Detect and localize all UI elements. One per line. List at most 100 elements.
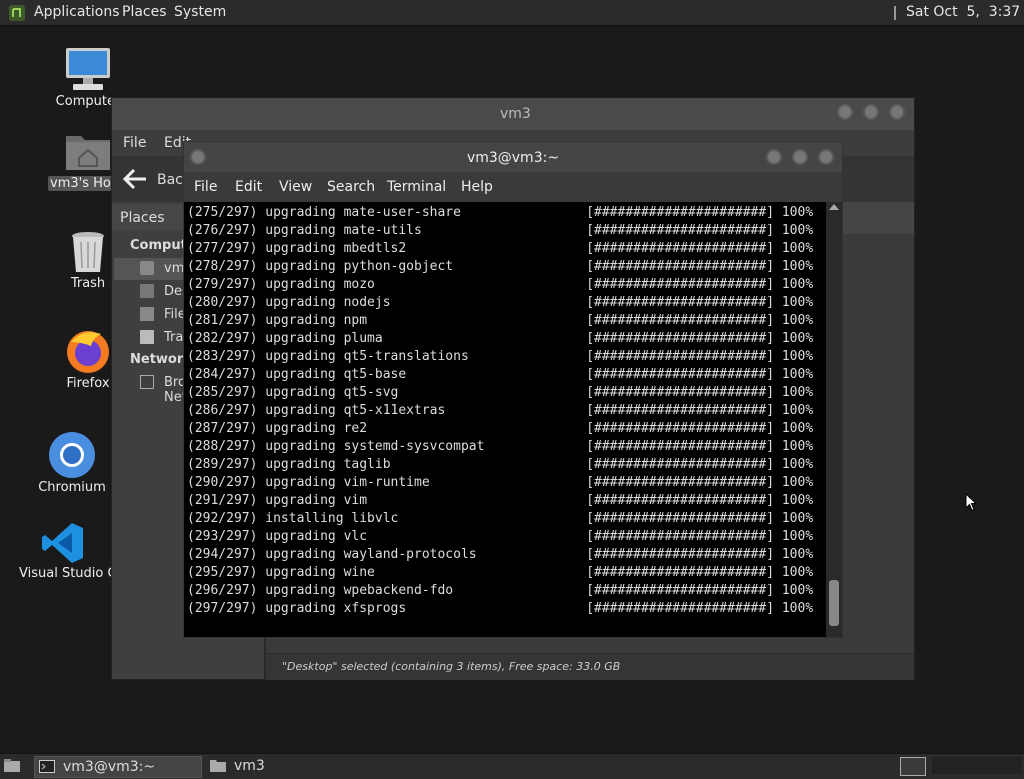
workspace-2[interactable]: [932, 757, 1022, 774]
line-percent: 100%: [781, 475, 814, 490]
taskbar-item-file-manager[interactable]: vm3: [206, 756, 356, 776]
line-percent: 100%: [781, 421, 814, 436]
minimize-button[interactable]: [766, 149, 782, 165]
line-package: systemd-sysvcompat: [343, 439, 485, 454]
menu-search[interactable]: Search: [327, 179, 375, 195]
line-percent: 100%: [781, 583, 814, 598]
terminal-line: (287/297) upgrading re2 [################…: [187, 420, 813, 438]
back-arrow-icon[interactable]: [122, 168, 148, 190]
line-progress-bar: [######################]: [586, 601, 775, 616]
line-progress-bar: [######################]: [586, 277, 775, 292]
line-text: (296/297): [187, 583, 258, 598]
terminal-titlebar[interactable]: vm3@vm3:~: [184, 142, 842, 172]
line-text: (276/297): [187, 223, 258, 238]
terminal-line: (293/297) upgrading vlc [################…: [187, 528, 813, 546]
line-percent: 100%: [781, 457, 814, 472]
menu-edit[interactable]: Edit: [235, 179, 262, 195]
close-button[interactable]: [889, 104, 905, 120]
line-text: (294/297): [187, 547, 258, 562]
terminal-output[interactable]: (275/297) upgrading mate-user-share [####…: [184, 202, 826, 637]
line-percent: 100%: [781, 439, 814, 454]
menu-terminal[interactable]: Terminal: [387, 179, 446, 195]
trash-small-icon: [140, 330, 154, 344]
line-package: libvlc: [351, 511, 399, 526]
home-icon: [140, 261, 154, 275]
line-action: upgrading: [265, 277, 336, 292]
maximize-button[interactable]: [792, 149, 808, 165]
maximize-button[interactable]: [863, 104, 879, 120]
terminal-icon: [39, 760, 55, 773]
mate-logo-icon[interactable]: [8, 4, 26, 22]
terminal-line: (288/297) upgrading systemd-sysvcompat [#…: [187, 438, 813, 456]
line-action: upgrading: [265, 529, 336, 544]
line-action: upgrading: [265, 475, 336, 490]
line-percent: 100%: [781, 385, 814, 400]
line-package: pluma: [343, 331, 383, 346]
scroll-up-arrow-icon[interactable]: [829, 204, 839, 210]
terminal-line: (276/297) upgrading mate-utils [#########…: [187, 222, 813, 240]
file-manager-titlebar[interactable]: vm3: [112, 98, 914, 130]
line-package: qt5-base: [343, 367, 407, 382]
line-text: (297/297): [187, 601, 258, 616]
terminal-line: (294/297) upgrading wayland-protocols [##…: [187, 546, 813, 564]
show-desktop-icon[interactable]: [3, 758, 21, 773]
line-package: re2: [343, 421, 368, 436]
drive-icon: [140, 307, 154, 321]
terminal-window: vm3@vm3:~ File Edit View Search Terminal…: [183, 141, 843, 638]
line-action: upgrading: [265, 331, 336, 346]
line-action: upgrading: [265, 313, 336, 328]
line-package: nodejs: [343, 295, 391, 310]
terminal-line: (297/297) upgrading xfsprogs [###########…: [187, 600, 813, 618]
line-text: (281/297): [187, 313, 258, 328]
line-progress-bar: [######################]: [586, 313, 775, 328]
menu-file[interactable]: File: [194, 179, 217, 195]
chromium-icon: [49, 432, 95, 478]
workspace-1[interactable]: [900, 757, 926, 776]
close-button[interactable]: [818, 149, 834, 165]
clock[interactable]: Sat Oct 5, 3:37 PM: [906, 4, 1024, 20]
line-package: vim-runtime: [343, 475, 430, 490]
line-progress-bar: [######################]: [586, 349, 775, 364]
bottom-panel: vm3@vm3:~ vm3: [0, 753, 1024, 779]
panel-separator-icon: [894, 6, 896, 20]
menu-places[interactable]: Places: [122, 4, 167, 20]
terminal-line: (278/297) upgrading python-gobject [#####…: [187, 258, 813, 276]
line-progress-bar: [######################]: [586, 565, 775, 580]
scrollbar-thumb[interactable]: [829, 580, 839, 626]
line-action: installing: [265, 511, 344, 526]
line-action: upgrading: [265, 403, 336, 418]
line-action: upgrading: [265, 421, 336, 436]
terminal-line: (289/297) upgrading taglib [#############…: [187, 456, 813, 474]
desktop-icon-vscode[interactable]: Visual Studio Code: [14, 520, 112, 581]
taskbar-item-terminal[interactable]: vm3@vm3:~: [34, 756, 202, 778]
line-text: (284/297): [187, 367, 258, 382]
terminal-line: (296/297) upgrading wpebackend-fdo [#####…: [187, 582, 813, 600]
menu-view[interactable]: View: [279, 179, 312, 195]
terminal-line: (282/297) upgrading pluma [##############…: [187, 330, 813, 348]
line-action: upgrading: [265, 493, 336, 508]
line-progress-bar: [######################]: [586, 205, 775, 220]
menu-file[interactable]: File: [123, 135, 146, 151]
folder-icon: [210, 760, 226, 772]
line-text: (288/297): [187, 439, 258, 454]
terminal-line: (292/297) installing libvlc [############…: [187, 510, 813, 528]
line-progress-bar: [######################]: [586, 367, 775, 382]
line-text: (282/297): [187, 331, 258, 346]
line-progress-bar: [######################]: [586, 529, 775, 544]
menu-help[interactable]: Help: [461, 179, 493, 195]
line-percent: 100%: [781, 349, 814, 364]
menu-system[interactable]: System: [174, 4, 226, 20]
menu-applications[interactable]: Applications: [34, 4, 120, 20]
line-package: qt5-x11extras: [343, 403, 446, 418]
terminal-scrollbar[interactable]: [826, 202, 842, 637]
line-percent: 100%: [781, 601, 814, 616]
desktop-icon-chromium[interactable]: Chromium: [22, 430, 122, 495]
line-action: upgrading: [265, 259, 336, 274]
line-text: (285/297): [187, 385, 258, 400]
terminal-line: (285/297) upgrading qt5-svg [############…: [187, 384, 813, 402]
terminal-line: (277/297) upgrading mbedtls2 [###########…: [187, 240, 813, 258]
minimize-button[interactable]: [837, 104, 853, 120]
line-package: qt5-svg: [343, 385, 399, 400]
desktop-icon-label: Visual Studio Code: [19, 566, 112, 581]
line-package: xfsprogs: [343, 601, 407, 616]
